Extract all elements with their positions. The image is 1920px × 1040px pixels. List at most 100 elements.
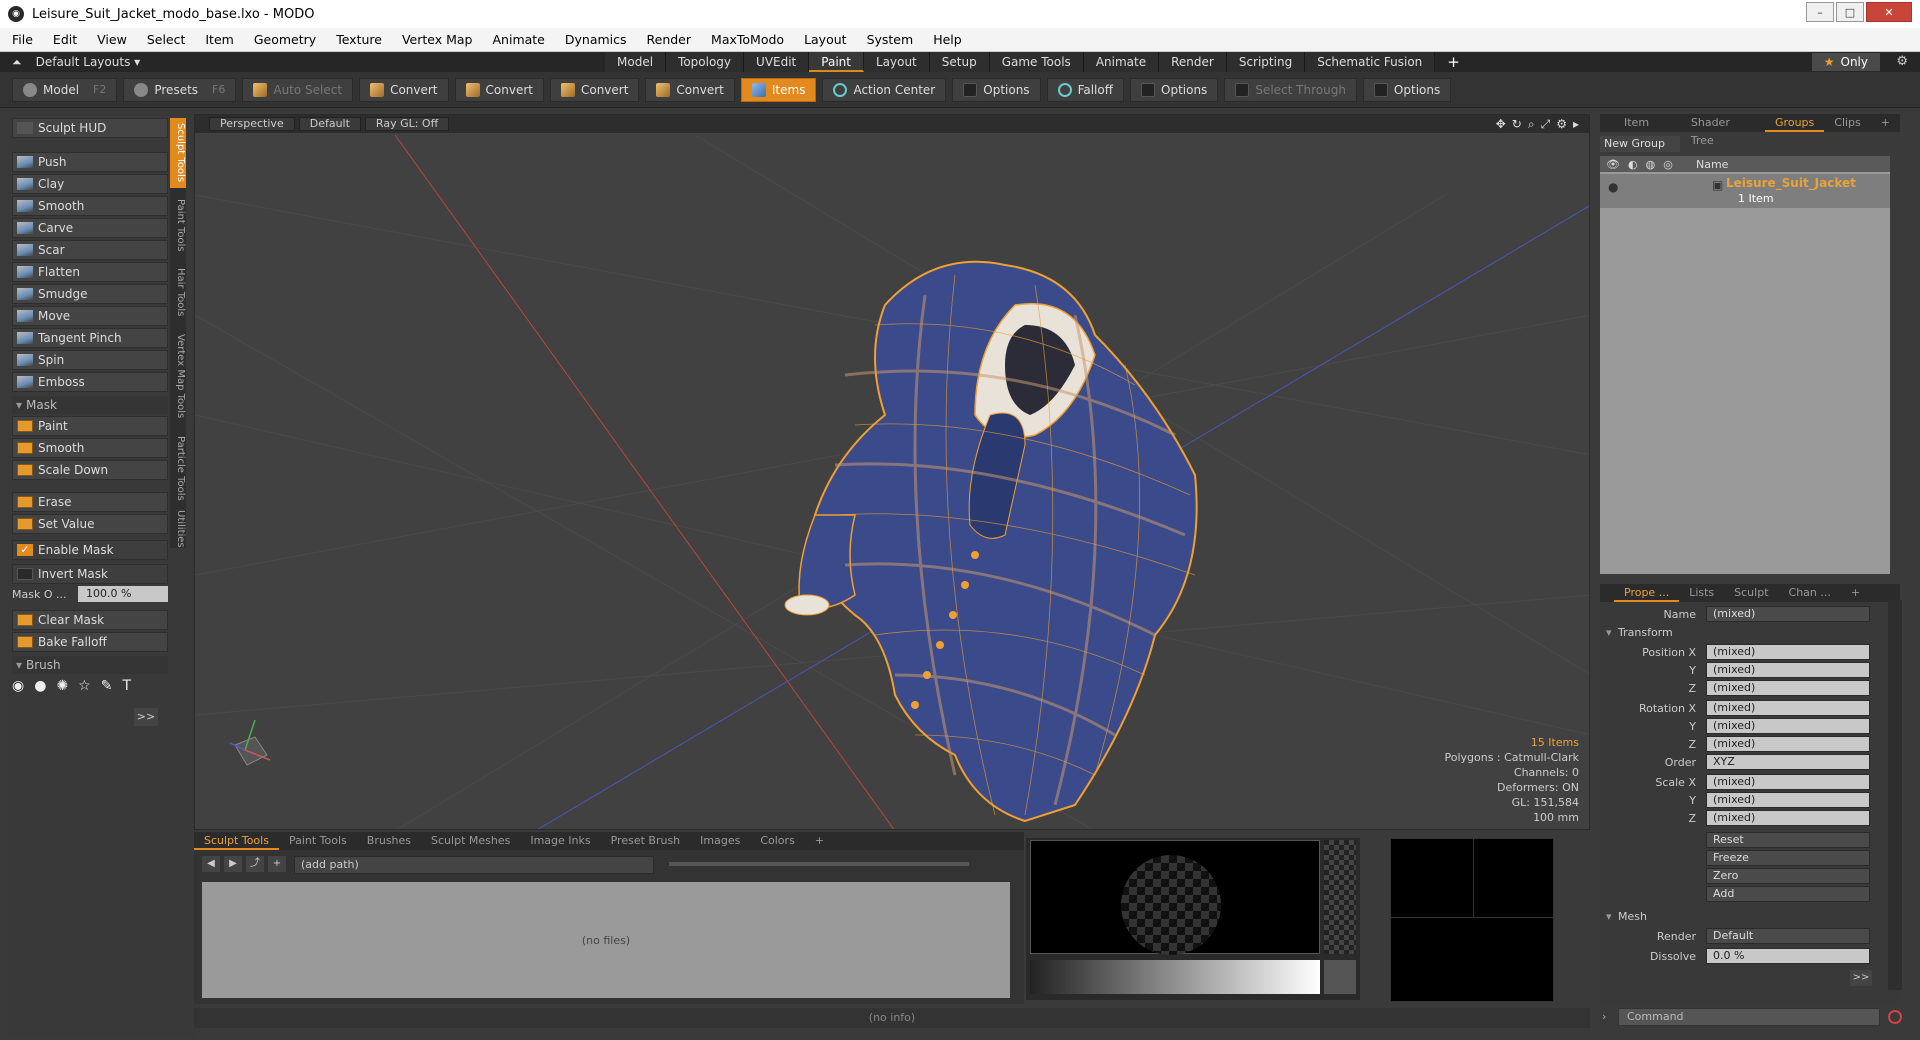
pen-brush-icon[interactable]: ✎ — [101, 678, 113, 694]
add-folder-icon[interactable]: + — [268, 856, 286, 872]
row-eye-icon[interactable]: ● — [1608, 180, 1618, 194]
back-arrow-icon[interactable]: ◀ — [202, 856, 220, 872]
menu-render[interactable]: Render — [647, 32, 692, 47]
zero-dropdown[interactable]: Zero — [1706, 868, 1870, 884]
tab-lists[interactable]: Lists — [1679, 584, 1724, 602]
menu-help[interactable]: Help — [933, 32, 962, 47]
options-button-2[interactable]: Options — [1130, 77, 1219, 102]
raygl-toggle[interactable]: Ray GL: Off — [364, 117, 450, 131]
add-dropdown[interactable]: Add — [1706, 886, 1870, 902]
groups-add-tab-icon[interactable]: + — [1871, 114, 1900, 132]
tab-groups[interactable]: Groups — [1765, 114, 1825, 132]
tab-item-list[interactable]: Item List — [1614, 114, 1681, 147]
record-icon[interactable] — [1888, 1010, 1902, 1024]
menu-vertex-map[interactable]: Vertex Map — [402, 32, 473, 47]
smooth-tool[interactable]: Smooth — [12, 196, 168, 216]
scale-x-field[interactable]: (mixed) — [1706, 774, 1870, 790]
vtab-paint-tools[interactable]: Paint Tools — [170, 192, 186, 258]
tab-sculpt[interactable]: Sculpt — [1724, 584, 1778, 602]
scar-tool[interactable]: Scar — [12, 240, 168, 260]
up-folder-icon[interactable]: ⤴ — [246, 856, 264, 872]
carve-tool[interactable]: Carve — [12, 218, 168, 238]
mask-section-header[interactable]: Mask — [12, 396, 168, 414]
gear-icon[interactable]: ⚙ — [1896, 54, 1908, 69]
rotation-z-field[interactable]: (mixed) — [1706, 736, 1870, 752]
model-button[interactable]: Model F2 — [12, 77, 118, 102]
convert-polygons-button[interactable]: Convert — [549, 77, 640, 102]
options-button-1[interactable]: Options — [952, 77, 1041, 102]
tab-model[interactable]: Model — [605, 52, 667, 72]
position-x-field[interactable]: (mixed) — [1706, 644, 1870, 660]
layouts-dropdown[interactable]: Default Layouts ▾ — [36, 55, 141, 69]
rotate-icon[interactable]: ↻ — [1512, 117, 1522, 132]
bp-tab-images[interactable]: Images — [690, 832, 750, 850]
tab-schematic-fusion[interactable]: Schematic Fusion — [1305, 52, 1436, 72]
transform-section-header[interactable]: Transform — [1606, 626, 1673, 639]
command-expand-icon[interactable]: › — [1602, 1010, 1606, 1023]
bp-tab-preset-brush[interactable]: Preset Brush — [601, 832, 691, 850]
reset-dropdown[interactable]: Reset — [1706, 832, 1870, 848]
file-list[interactable]: (no files) — [202, 882, 1010, 998]
render-preview[interactable] — [1390, 838, 1554, 1002]
flatten-tool[interactable]: Flatten — [12, 262, 168, 282]
thumbnail-size-slider[interactable] — [669, 862, 969, 866]
select-through-button[interactable]: Select Through — [1224, 77, 1357, 102]
bp-tab-brushes[interactable]: Brushes — [357, 832, 421, 850]
tab-clips[interactable]: Clips — [1824, 114, 1871, 132]
star-brush-icon[interactable]: ☆ — [78, 678, 91, 694]
push-tool[interactable]: Push — [12, 152, 168, 172]
close-button[interactable]: ✕ — [1866, 2, 1912, 22]
action-center-button[interactable]: Action Center — [822, 77, 947, 102]
shading-dropdown[interactable]: Default — [298, 117, 361, 131]
tab-properties[interactable]: Prope ... — [1614, 584, 1680, 602]
bp-tab-image-inks[interactable]: Image Inks — [520, 832, 600, 850]
soft-brush-icon[interactable]: ◉ — [12, 678, 24, 694]
dissolve-field[interactable]: 0.0 % — [1706, 948, 1870, 964]
menu-texture[interactable]: Texture — [336, 32, 382, 47]
render-icon[interactable]: ◐ — [1628, 158, 1638, 171]
minimize-button[interactable]: – — [1806, 2, 1834, 22]
falloff-gradient[interactable] — [1030, 960, 1320, 994]
vtab-utilities[interactable]: Utilities — [170, 510, 186, 548]
order-dropdown[interactable]: XYZ — [1706, 754, 1870, 770]
convert-edges-button[interactable]: Convert — [454, 77, 544, 102]
mesh-section-header[interactable]: Mesh — [1606, 910, 1647, 923]
bp-add-tab-icon[interactable]: + — [805, 832, 834, 850]
bp-tab-paint-tools[interactable]: Paint Tools — [279, 832, 357, 850]
tab-paint[interactable]: Paint — [809, 52, 864, 72]
viewport-menu-icon[interactable]: ▸ — [1573, 117, 1579, 132]
mask-paint-tool[interactable]: Paint — [12, 416, 168, 436]
menu-item[interactable]: Item — [205, 32, 233, 47]
tangent-pinch-tool[interactable]: Tangent Pinch — [12, 328, 168, 348]
collapse-icon[interactable]: ⏶ — [12, 55, 22, 70]
invert-mask-toggle[interactable]: Invert Mask — [12, 564, 168, 584]
brush-preview[interactable] — [1030, 840, 1320, 955]
vtab-vertex-map-tools[interactable]: Vertex Map Tools — [170, 326, 186, 426]
hard-brush-icon[interactable]: ● — [34, 678, 46, 694]
only-button[interactable]: ★ Only — [1811, 53, 1880, 71]
bp-tab-colors[interactable]: Colors — [750, 832, 804, 850]
properties-more-button[interactable]: >> — [1850, 970, 1872, 986]
auto-select-button[interactable]: Auto Select — [242, 77, 354, 102]
bp-tab-sculpt-meshes[interactable]: Sculpt Meshes — [421, 832, 520, 850]
menu-edit[interactable]: Edit — [53, 32, 77, 47]
name-field[interactable]: (mixed) — [1706, 606, 1870, 622]
bp-tab-sculpt-tools[interactable]: Sculpt Tools — [194, 832, 279, 850]
tab-render[interactable]: Render — [1159, 52, 1227, 72]
visibility-eye-icon[interactable]: 👁 — [1606, 158, 1620, 171]
menu-file[interactable]: File — [12, 32, 33, 47]
position-y-field[interactable]: (mixed) — [1706, 662, 1870, 678]
text-brush-icon[interactable]: T — [122, 678, 131, 694]
tab-topology[interactable]: Topology — [666, 52, 745, 72]
tab-scripting[interactable]: Scripting — [1226, 52, 1306, 72]
move-tool[interactable]: Move — [12, 306, 168, 326]
command-input[interactable]: Command — [1618, 1008, 1880, 1026]
new-group-button[interactable]: New Group — [1600, 136, 1680, 152]
forward-arrow-icon[interactable]: ▶ — [224, 856, 242, 872]
scale-y-field[interactable]: (mixed) — [1706, 792, 1870, 808]
menu-geometry[interactable]: Geometry — [254, 32, 316, 47]
properties-add-tab-icon[interactable]: + — [1841, 584, 1870, 602]
3d-viewport[interactable]: Perspective Default Ray GL: Off ✥ ↻ ⌕ ⤢ … — [194, 114, 1590, 830]
mask-opacity-field[interactable]: 100.0 % — [78, 586, 168, 602]
view-mode-dropdown[interactable]: Perspective — [209, 117, 295, 131]
